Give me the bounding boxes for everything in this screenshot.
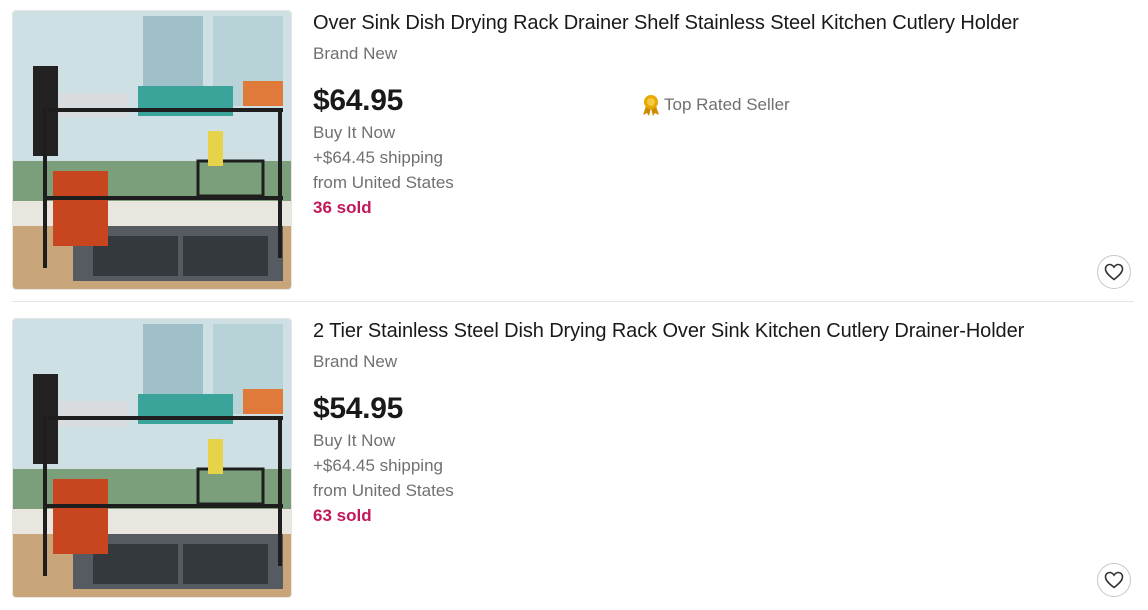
top-rated-seller-badge: Top Rated Seller xyxy=(640,93,790,117)
heart-outline-icon xyxy=(1104,571,1124,589)
add-to-watchlist-button[interactable] xyxy=(1097,563,1131,597)
condition-label: Brand New xyxy=(313,352,398,371)
price: $64.95 xyxy=(313,84,403,117)
product-image[interactable] xyxy=(12,318,292,598)
condition-label: Brand New xyxy=(313,44,398,63)
add-to-watchlist-button[interactable] xyxy=(1097,255,1131,289)
sold-count: 36 sold xyxy=(313,198,372,217)
dish-rack-photo-icon xyxy=(13,11,291,289)
heart-outline-icon xyxy=(1104,263,1124,281)
shipping-cost: +$64.45 shipping xyxy=(313,456,443,475)
listing-card: 2 Tier Stainless Steel Dish Drying Rack … xyxy=(0,308,1148,608)
dish-rack-photo-icon xyxy=(13,319,291,597)
award-ribbon-icon xyxy=(640,93,662,117)
buying-format: Buy It Now xyxy=(313,123,396,142)
listing-title[interactable]: 2 Tier Stainless Steel Dish Drying Rack … xyxy=(313,318,1024,344)
item-location: from United States xyxy=(313,173,454,192)
buying-format: Buy It Now xyxy=(313,431,396,450)
item-location: from United States xyxy=(313,481,454,500)
listing-card: Over Sink Dish Drying Rack Drainer Shelf… xyxy=(0,0,1148,300)
badge-label: Top Rated Seller xyxy=(664,95,790,114)
sold-count: 63 sold xyxy=(313,506,372,525)
shipping-cost: +$64.45 shipping xyxy=(313,148,443,167)
listing-divider xyxy=(12,301,1134,302)
listing-title[interactable]: Over Sink Dish Drying Rack Drainer Shelf… xyxy=(313,10,1019,36)
price: $54.95 xyxy=(313,392,403,425)
product-image[interactable] xyxy=(12,10,292,290)
